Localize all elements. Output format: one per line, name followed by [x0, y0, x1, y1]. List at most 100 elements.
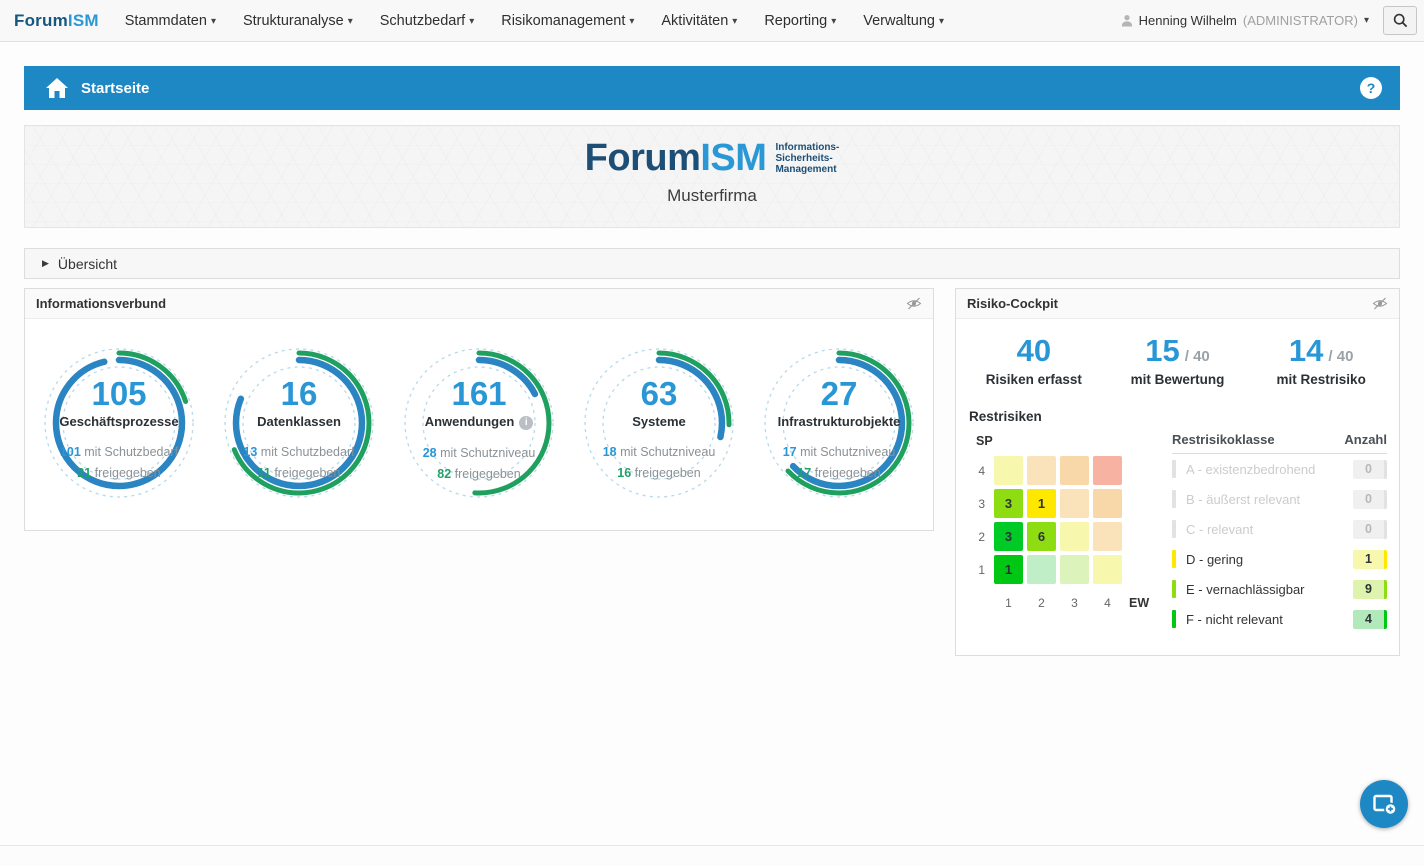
table-row: C - relevant 0 — [1172, 514, 1387, 544]
stat-line1: 28 mit Schutzniveau — [381, 443, 577, 464]
matrix-cell: 1 — [1027, 489, 1056, 518]
matrix-cell — [1060, 456, 1089, 485]
overview-toggle[interactable]: ▶ Übersicht — [24, 248, 1400, 279]
risk-summary-risiken-erfasst: 40 Risiken erfasst — [962, 335, 1106, 387]
risiko-cockpit-header: Risiko-Cockpit — [956, 289, 1399, 319]
nav-menu: Stammdaten▾ Strukturanalyse▾ Schutzbedarf▾… — [125, 13, 944, 29]
stat-line2: 17 freigegeben — [741, 463, 937, 484]
nav-item-reporting[interactable]: Reporting▾ — [764, 13, 836, 29]
chevron-down-icon: ▾ — [1364, 15, 1369, 26]
user-icon — [1121, 14, 1133, 27]
visibility-toggle-icon[interactable] — [906, 297, 922, 310]
stat-line1: 18 mit Schutzniveau — [561, 442, 757, 463]
class-count-badge: 1 — [1353, 550, 1387, 569]
nav-item-schutzbedarf[interactable]: Schutzbedarf▾ — [380, 13, 474, 29]
class-label: A - existenzbedrohend — [1186, 462, 1315, 477]
matrix-y-axis-label: SP — [976, 434, 1166, 448]
risk-matrix-grid: 4331236111234EW — [970, 456, 1166, 617]
visibility-toggle-icon[interactable] — [1372, 297, 1388, 310]
nav-right: Henning Wilhelm (ADMINISTRATOR) ▾ — [1121, 6, 1424, 35]
chevron-down-icon: ▾ — [469, 16, 474, 27]
chevron-down-icon: ▾ — [732, 16, 737, 27]
matrix-col-label: 2 — [1027, 596, 1056, 610]
nav-item-stammdaten[interactable]: Stammdaten▾ — [125, 13, 216, 29]
class-count-badge: 0 — [1353, 460, 1387, 479]
help-icon[interactable]: ? — [1360, 77, 1382, 99]
stat-line1: 17 mit Schutzniveau — [741, 442, 937, 463]
class-label: D - gering — [1186, 552, 1243, 567]
page-title: Startseite — [81, 80, 149, 97]
banner-logo: ForumISM Informations-Sicherheits-Manage… — [585, 139, 840, 177]
add-window-icon — [1372, 792, 1397, 816]
app-banner: ForumISM Informations-Sicherheits-Manage… — [24, 125, 1400, 228]
nav-item-risikomanagement[interactable]: Risikomanagement▾ — [501, 13, 634, 29]
matrix-col-label: 4 — [1093, 596, 1122, 610]
nav-item-strukturanalyse[interactable]: Strukturanalyse▾ — [243, 13, 353, 29]
stat-infrastrukturobjekte: 27 Infrastrukturobjekte 17 mit Schutzniv… — [751, 335, 927, 525]
matrix-row-label: 2 — [970, 530, 990, 544]
stat-label: Systeme — [561, 414, 757, 429]
informationsverbund-header: Informationsverbund — [25, 289, 933, 319]
matrix-col-label: 1 — [994, 596, 1023, 610]
chevron-down-icon: ▾ — [348, 16, 353, 27]
stats-row: 105 Geschäftsprozesse 101 mit Schutzbeda… — [25, 319, 933, 525]
table-row: E - vernachlässigbar 9 — [1172, 574, 1387, 604]
search-icon — [1393, 13, 1408, 28]
user-menu[interactable]: Henning Wilhelm (ADMINISTRATOR) ▾ — [1121, 13, 1369, 28]
stat-value: 16 — [201, 377, 397, 410]
stat-value: 105 — [21, 377, 217, 410]
summary-label: Risiken erfasst — [962, 372, 1106, 387]
summary-total: / 40 — [1185, 348, 1210, 365]
class-color-bar — [1172, 460, 1176, 478]
matrix-cell: 3 — [994, 489, 1023, 518]
class-count-badge: 0 — [1353, 520, 1387, 539]
risk-summary-mit-restrisiko: 14/ 40 mit Restrisiko — [1249, 335, 1393, 387]
banner-logo-part2: ISM — [700, 137, 766, 179]
matrix-col-label: 3 — [1060, 596, 1089, 610]
summary-value: 14 — [1289, 333, 1323, 368]
chevron-down-icon: ▾ — [629, 16, 634, 27]
matrix-x-axis-label: EW — [1126, 596, 1156, 610]
stat-value: 27 — [741, 377, 937, 410]
restrisikoklasse-table: Restrisikoklasse Anzahl A - existenzbedr… — [1172, 430, 1387, 634]
home-icon — [46, 78, 68, 98]
informationsverbund-title: Informationsverbund — [36, 296, 166, 311]
class-color-bar — [1172, 580, 1176, 598]
table-row: A - existenzbedrohend 0 — [1172, 454, 1387, 484]
nav-item-aktivit-ten[interactable]: Aktivitäten▾ — [661, 13, 737, 29]
table-rows: A - existenzbedrohend 0 B - äußerst rele… — [1172, 454, 1387, 634]
info-icon[interactable]: i — [519, 416, 533, 430]
class-count-badge: 4 — [1353, 610, 1387, 629]
stat-label: Infrastrukturobjekte — [741, 414, 937, 429]
breadcrumb-home-link[interactable]: Startseite — [46, 78, 149, 98]
summary-value: 15 — [1145, 333, 1179, 368]
matrix-cell: 1 — [994, 555, 1023, 584]
add-note-fab-button[interactable] — [1360, 780, 1408, 828]
matrix-cell — [994, 456, 1023, 485]
app-logo-part2: ISM — [68, 11, 99, 30]
table-header: Restrisikoklasse Anzahl — [1172, 432, 1387, 454]
banner-tagline: Informations-Sicherheits-Management — [775, 139, 839, 177]
stat-line2: 82 freigegeben — [381, 464, 577, 485]
table-row: F - nicht relevant 4 — [1172, 604, 1387, 634]
stat-value: 63 — [561, 377, 757, 410]
nav-item-verwaltung[interactable]: Verwaltung▾ — [863, 13, 944, 29]
class-label: B - äußerst relevant — [1186, 492, 1300, 507]
search-button[interactable] — [1383, 6, 1417, 35]
stat-label: Datenklassen — [201, 414, 397, 429]
collapse-caret-icon: ▶ — [42, 258, 49, 269]
restrisiken-title: Restrisiken — [969, 409, 1399, 424]
matrix-cell — [1093, 456, 1122, 485]
table-row: B - äußerst relevant 0 — [1172, 484, 1387, 514]
class-color-bar — [1172, 520, 1176, 538]
stat-label: Geschäftsprozesse — [21, 414, 217, 429]
matrix-cell — [1060, 489, 1089, 518]
breadcrumb-bar: Startseite ? — [24, 66, 1400, 110]
matrix-cell — [1027, 456, 1056, 485]
matrix-cell: 3 — [994, 522, 1023, 551]
stat-line2: 11 freigegeben — [201, 463, 397, 484]
matrix-row-label: 1 — [970, 563, 990, 577]
user-name: Henning Wilhelm — [1139, 13, 1237, 28]
app-logo[interactable]: ForumISM — [0, 11, 99, 31]
risk-matrix: SP 4331236111234EW — [970, 430, 1166, 634]
